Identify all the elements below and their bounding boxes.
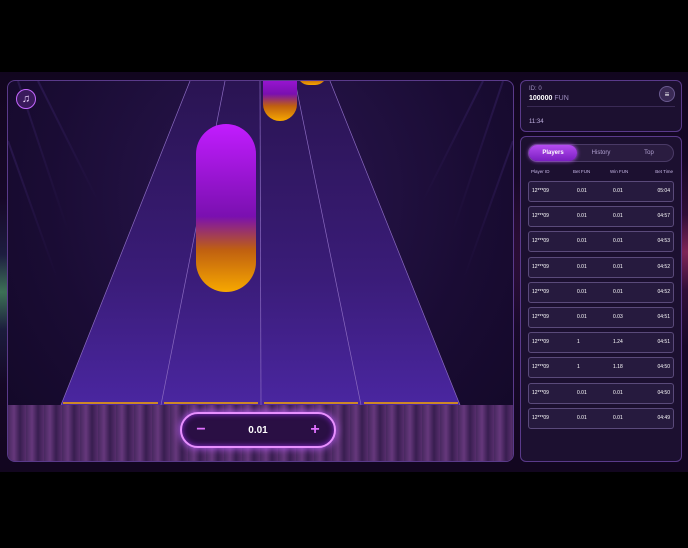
game-board[interactable]: ♫ − 0.01 + — [7, 80, 514, 462]
bet-time-cell: 04:52 — [657, 263, 670, 270]
win-cell: 1.18 — [613, 364, 623, 371]
bet-cell: 0.01 — [577, 263, 587, 270]
hamburger-menu-icon: ≡ — [664, 89, 670, 99]
bet-cell: 1 — [577, 339, 580, 346]
table-header: Player ID Bet FUN Win FUN Bet Time — [529, 169, 673, 177]
balance-amount: 100000 — [529, 95, 553, 102]
bet-time-cell: 04:52 — [657, 288, 670, 295]
bets-table-body: 12***09 0.01 0.01 05:04 12***09 0.01 0.01 04:57… — [528, 181, 674, 433]
bet-time-cell: 04:51 — [657, 313, 670, 320]
table-row: 12***09 0.01 0.01 04:53 — [528, 231, 674, 253]
col-player-id: Player ID — [531, 169, 550, 174]
win-cell: 0.01 — [613, 213, 623, 220]
clock: 11:34 — [529, 119, 544, 125]
falling-note-1 — [196, 124, 256, 292]
bet-time-cell: 04:49 — [657, 414, 670, 421]
account-panel: ID: 0 100000 FUN ≡ 11:34 — [520, 80, 682, 132]
increase-bet-button[interactable]: + — [308, 421, 322, 439]
table-row: 12***09 1 1.18 04:50 — [528, 357, 674, 379]
table-row: 12***09 0.01 0.01 04:49 — [528, 407, 674, 429]
falling-note-2 — [263, 81, 297, 121]
bet-amount-value: 0.01 — [248, 424, 268, 436]
bet-time-cell: 05:04 — [657, 188, 670, 194]
bet-time-cell: 04:51 — [657, 339, 670, 346]
tab-players[interactable]: Players — [529, 145, 577, 161]
player-id-cell: 12***09 — [532, 238, 549, 245]
player-id-cell: 12***09 — [532, 389, 549, 396]
user-id: ID: 0 — [529, 86, 542, 92]
win-cell: 0.03 — [613, 313, 623, 320]
bet-cell: 0.01 — [577, 389, 587, 396]
player-id-cell: 12***09 — [532, 188, 549, 194]
win-cell: 1.24 — [613, 339, 623, 346]
menu-button[interactable]: ≡ — [659, 86, 675, 102]
bet-cell: 0.01 — [577, 288, 587, 295]
bet-time-cell: 04:50 — [657, 389, 670, 396]
decrease-bet-button[interactable]: − — [194, 421, 208, 439]
win-cell: 0.01 — [613, 188, 623, 194]
table-row: 12***09 0.01 0.01 04:57 — [528, 206, 674, 228]
music-toggle-button[interactable]: ♫ — [16, 89, 36, 109]
bet-cell: 0.01 — [577, 238, 587, 245]
balance-currency: FUN — [554, 95, 569, 102]
bet-time-cell: 04:57 — [657, 213, 670, 220]
bet-time-cell: 04:50 — [657, 364, 670, 371]
win-cell: 0.01 — [613, 414, 623, 421]
col-bet: Bet FUN — [573, 169, 591, 174]
table-row: 12***09 1 1.24 04:51 — [528, 332, 674, 354]
player-id-cell: 12***09 — [532, 364, 549, 371]
bet-cell: 0.01 — [577, 213, 587, 220]
bets-panel: Players History Top Player ID Bet FUN Wi… — [520, 136, 682, 462]
col-win: Win FUN — [610, 169, 629, 174]
win-cell: 0.01 — [613, 238, 623, 245]
bet-cell: 0.01 — [577, 313, 587, 320]
player-id-cell: 12***09 — [532, 213, 549, 220]
bet-cell: 0.01 — [577, 188, 587, 194]
lane-track — [8, 81, 513, 406]
player-id-cell: 12***09 — [532, 339, 549, 346]
divider — [527, 106, 675, 107]
win-cell: 0.01 — [613, 263, 623, 270]
table-row: 12***09 0.01 0.01 05:04 — [528, 181, 674, 202]
table-row: 12***09 0.01 0.01 04:50 — [528, 382, 674, 404]
music-note-icon: ♫ — [21, 93, 31, 105]
table-row: 12***09 0.01 0.01 04:52 — [528, 256, 674, 278]
player-id-cell: 12***09 — [532, 288, 549, 295]
bet-time-cell: 04:53 — [657, 238, 670, 245]
bet-amount-control: − 0.01 + — [180, 412, 336, 448]
win-cell: 0.01 — [613, 288, 623, 295]
player-id-cell: 12***09 — [532, 313, 549, 320]
player-id-cell: 12***09 — [532, 263, 549, 270]
table-row: 12***09 0.01 0.03 04:51 — [528, 306, 674, 328]
bet-cell: 0.01 — [577, 414, 587, 421]
tab-history[interactable]: History — [577, 145, 625, 161]
win-cell: 0.01 — [613, 389, 623, 396]
tab-top[interactable]: Top — [625, 145, 673, 161]
bet-cell: 1 — [577, 364, 580, 371]
player-id-cell: 12***09 — [532, 414, 549, 421]
table-row: 12***09 0.01 0.01 04:52 — [528, 281, 674, 303]
balance: 100000 FUN — [529, 95, 569, 102]
bets-tabs: Players History Top — [528, 144, 674, 162]
col-bet-time: Bet Time — [655, 169, 673, 174]
